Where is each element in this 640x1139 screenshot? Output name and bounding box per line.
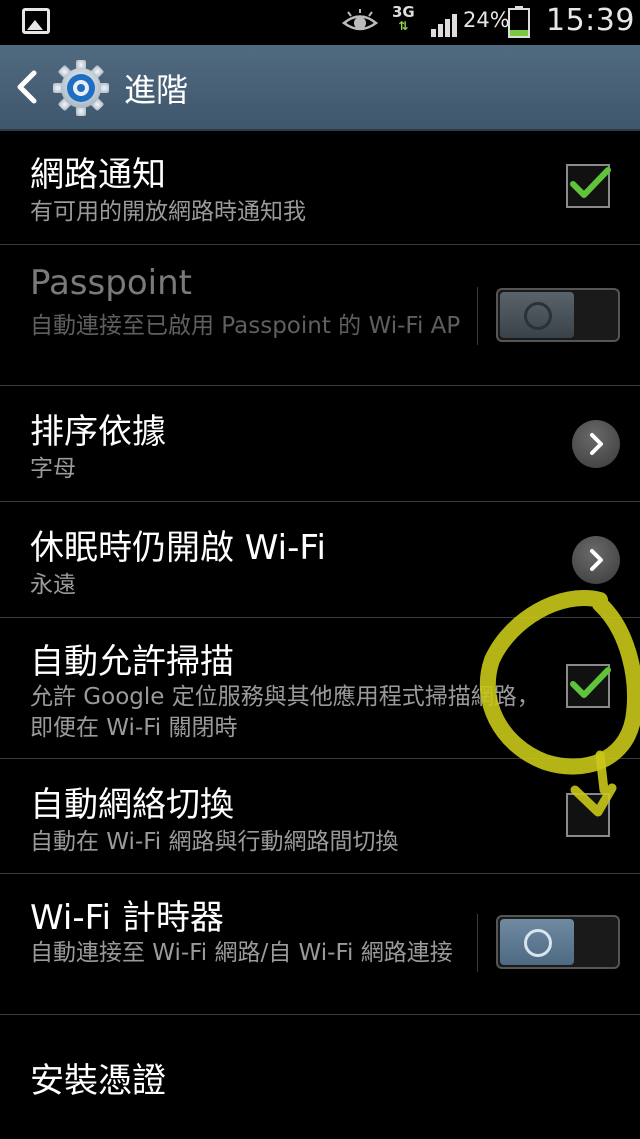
auto-network-switch-checkbox[interactable] <box>566 793 610 837</box>
setting-subtitle: 自動連接至已啟用 Passpoint 的 Wi-Fi AP <box>30 313 461 339</box>
setting-subtitle: 有可用的開放網路時通知我 <box>30 199 306 225</box>
back-icon[interactable] <box>12 67 42 107</box>
setting-subtitle: 自動在 Wi-Fi 網路與行動網路間切換 <box>30 829 399 855</box>
toggle-knob <box>500 292 574 338</box>
setting-title: 排序依據 <box>30 412 166 452</box>
setting-network-notification[interactable]: 網路通知 有可用的開放網路時通知我 <box>0 131 640 245</box>
setting-subtitle: 字母 <box>30 456 76 482</box>
toggle-knob <box>500 919 574 965</box>
divider <box>477 914 478 972</box>
divider <box>477 287 478 345</box>
passpoint-toggle <box>496 288 620 342</box>
checkmark-icon <box>570 667 611 698</box>
setting-title: 自動網絡切換 <box>30 785 234 825</box>
setting-title: 休眠時仍開啟 Wi-Fi <box>30 528 326 568</box>
setting-title: Wi-Fi 計時器 <box>30 898 224 938</box>
chevron-right-icon[interactable] <box>572 420 620 468</box>
setting-subtitle: 永遠 <box>30 572 76 598</box>
setting-title: Passpoint <box>30 263 192 303</box>
signal-icon <box>431 14 457 37</box>
gallery-icon <box>22 8 50 34</box>
auto-allow-scan-checkbox[interactable] <box>566 664 611 708</box>
status-bar: 3G ⇅ 24% 15:39 <box>0 0 640 45</box>
battery-percent: 24% <box>463 8 510 32</box>
setting-sort-by[interactable]: 排序依據 字母 <box>0 386 640 502</box>
page-title: 進階 <box>124 71 189 109</box>
setting-title: 安裝憑證 <box>30 1061 166 1101</box>
setting-subtitle: 允許 Google 定位服務與其他應用程式掃描網路，即便在 Wi-Fi 關閉時 <box>30 684 540 741</box>
battery-icon <box>508 6 530 38</box>
settings-list: 網路通知 有可用的開放網路時通知我 Passpoint 自動連接至已啟用 Pas… <box>0 131 640 1139</box>
network-type: 3G ⇅ <box>392 3 415 33</box>
settings-gear-icon <box>53 60 109 116</box>
setting-subtitle: 自動連接至 Wi-Fi 網路/自 Wi-Fi 網路連接 <box>30 940 453 966</box>
setting-auto-allow-scan[interactable]: 自動允許掃描 允許 Google 定位服務與其他應用程式掃描網路，即便在 Wi-… <box>0 618 640 759</box>
clock: 15:39 <box>546 3 635 38</box>
chevron-right-icon[interactable] <box>572 536 620 584</box>
setting-title: 自動允許掃描 <box>30 642 234 682</box>
action-bar: 進階 <box>0 45 640 131</box>
setting-passpoint: Passpoint 自動連接至已啟用 Passpoint 的 Wi-Fi AP <box>0 245 640 386</box>
setting-wifi-during-sleep[interactable]: 休眠時仍開啟 Wi-Fi 永遠 <box>0 502 640 618</box>
setting-title: 網路通知 <box>30 155 166 195</box>
network-notification-checkbox[interactable] <box>566 164 611 208</box>
setting-wifi-timer[interactable]: Wi-Fi 計時器 自動連接至 Wi-Fi 網路/自 Wi-Fi 網路連接 <box>0 874 640 1015</box>
wifi-timer-toggle[interactable] <box>496 915 620 969</box>
data-arrows-icon: ⇅ <box>398 19 409 33</box>
eye-icon <box>342 9 378 31</box>
setting-auto-network-switch[interactable]: 自動網絡切換 自動在 Wi-Fi 網路與行動網路間切換 <box>0 759 640 874</box>
setting-install-certificates[interactable]: 安裝憑證 <box>0 1015 640 1139</box>
checkmark-icon <box>570 167 611 198</box>
